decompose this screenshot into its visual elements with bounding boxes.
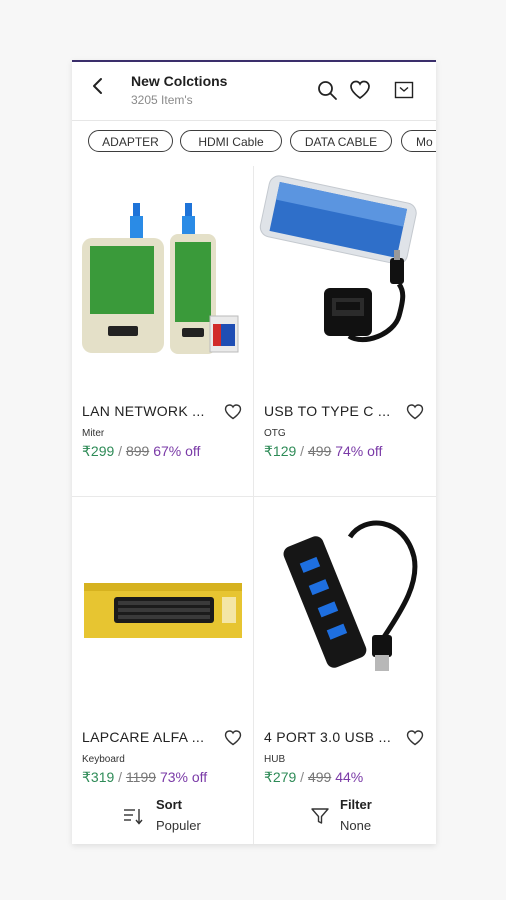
app-header: New Colctions 3205 Item's [72,62,436,121]
wishlist-heart-icon[interactable] [224,729,242,747]
product-category: Miter [82,428,105,439]
product-image [259,175,417,343]
sort-button[interactable]: Sort Populer [72,786,253,844]
product-price: ₹279 / 499 44% [264,769,364,785]
wishlist-heart-icon[interactable] [224,403,242,421]
filter-label: Filter [340,797,372,812]
filter-funnel-icon [311,808,329,824]
product-card[interactable]: USB TO TYPE C ... OTG ₹129 / 499 74% off [254,166,435,496]
sort-icon [124,809,143,825]
product-card[interactable]: 4 PORT 3.0 USB ... HUB ₹279 / 499 44% [254,497,435,787]
wishlist-heart-icon[interactable] [406,403,424,421]
product-image [84,583,242,638]
product-name: LAN NETWORK ... [82,403,205,419]
price-value: ₹279 [264,769,297,785]
mrp-value: 1199 [125,769,157,785]
search-icon[interactable] [316,79,338,101]
discount-value: 67% off [153,443,201,459]
wishlist-heart-icon[interactable] [406,729,424,747]
chip-hdmi-cable[interactable]: HDMI Cable [180,130,282,152]
item-count: 3205 Item's [131,93,193,107]
product-card[interactable]: LAPCARE ALFA ... Keyboard ₹319 / 1199 73… [72,497,253,787]
filter-value: None [340,818,372,833]
product-price: ₹129 / 499 74% off [264,443,383,459]
back-arrow-icon[interactable] [88,76,108,96]
category-chips: ADAPTER HDMI Cable DATA CABLE Mo [72,130,436,158]
product-name: USB TO TYPE C ... [264,403,391,419]
price-value: ₹299 [82,443,115,459]
discount-value: 74% off [335,443,383,459]
chip-data-cable[interactable]: DATA CABLE [290,130,392,152]
mrp-value: 499 [307,443,332,459]
product-card[interactable]: LAN NETWORK ... Miter ₹299 / 899 67% off [72,166,253,496]
mrp-value: 499 [307,769,332,785]
product-image [82,203,239,354]
heart-icon[interactable] [349,79,371,101]
chip-adapter[interactable]: ADAPTER [88,130,173,152]
sort-label: Sort [156,797,182,812]
discount-value: 73% off [159,769,208,785]
page-title: New Colctions [131,73,228,89]
price-value: ₹319 [82,769,115,785]
inbox-icon[interactable] [393,79,415,101]
sort-filter-bar: Sort Populer Filter None [72,786,436,844]
price-value: ₹129 [264,443,297,459]
product-name: LAPCARE ALFA ... [82,729,205,745]
product-name: 4 PORT 3.0 USB ... [264,729,392,745]
product-image [283,520,418,671]
mrp-value: 899 [125,443,150,459]
product-category: OTG [264,428,286,439]
app-screen: New Colctions 3205 Item's ADAPTER HDMI C… [72,60,436,844]
product-price: ₹319 / 1199 73% off [82,769,208,785]
discount-value: 44% [335,769,364,785]
filter-button[interactable]: Filter None [254,786,436,844]
sort-value: Populer [156,818,201,833]
product-category: Keyboard [82,754,125,765]
product-category: HUB [264,754,286,765]
chip-more[interactable]: Mo [401,130,436,152]
product-price: ₹299 / 899 67% off [82,443,201,459]
